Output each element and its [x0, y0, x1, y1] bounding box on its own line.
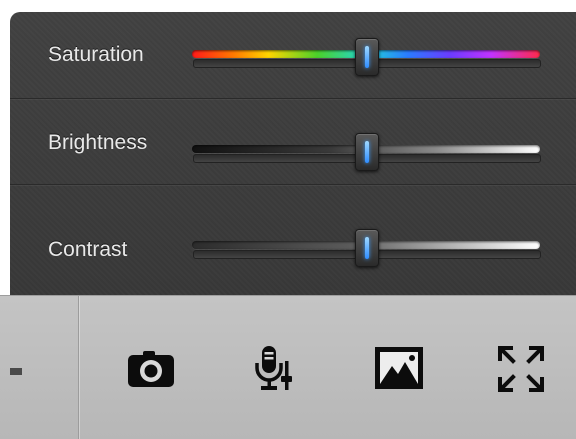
thumb-indicator: [365, 141, 369, 163]
contrast-label: Contrast: [48, 238, 128, 261]
image-button[interactable]: [374, 344, 424, 394]
contrast-row: Contrast: [10, 185, 576, 295]
microphone-settings-button[interactable]: [250, 344, 300, 394]
saturation-label: Saturation: [48, 43, 144, 66]
saturation-row: Saturation: [10, 12, 576, 99]
expand-icon: [498, 346, 544, 392]
thumb-indicator: [365, 46, 369, 68]
brightness-row: Brightness: [10, 99, 576, 185]
camera-button[interactable]: [126, 344, 176, 394]
thumb-indicator: [365, 237, 369, 259]
bottom-toolbar: [0, 295, 576, 439]
camera-icon: [128, 351, 174, 387]
brightness-thumb[interactable]: [355, 133, 379, 171]
expand-button[interactable]: [496, 344, 546, 394]
brightness-slider[interactable]: [192, 133, 541, 171]
contrast-slider[interactable]: [192, 229, 541, 267]
collapse-handle[interactable]: [10, 368, 22, 375]
toolbar-divider: [78, 296, 79, 439]
saturation-slider[interactable]: [192, 38, 541, 76]
saturation-thumb[interactable]: [355, 38, 379, 76]
adjustment-panel: Saturation Brightness Contrast: [10, 12, 576, 295]
contrast-thumb[interactable]: [355, 229, 379, 267]
microphone-settings-icon: [255, 346, 292, 390]
brightness-label: Brightness: [48, 131, 148, 154]
image-icon: [375, 347, 423, 389]
